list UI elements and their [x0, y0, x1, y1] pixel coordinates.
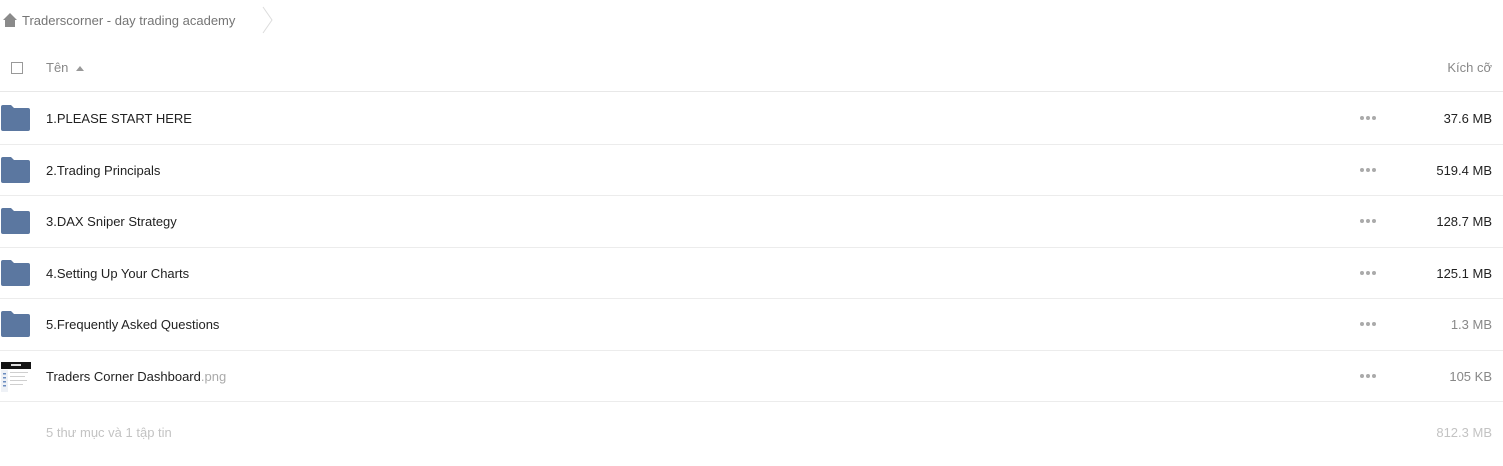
folder-icon [1, 208, 30, 234]
home-icon[interactable] [2, 12, 18, 28]
list-item[interactable]: 2.Trading Principals 519.4 MB [0, 145, 1503, 196]
folder-icon [1, 259, 30, 286]
more-actions-icon[interactable] [1360, 110, 1376, 126]
item-size: 37.6 MB [1443, 111, 1492, 126]
list-item[interactable]: 1.PLEASE START HERE 37.6 MB [0, 93, 1503, 145]
breadcrumb: Traderscorner - day trading academy [0, 0, 290, 40]
list-item[interactable]: 4.Setting Up Your Charts 125.1 MB [0, 248, 1503, 299]
item-count-summary: 5 thư mục và 1 tập tin [46, 425, 172, 440]
item-name[interactable]: 1.PLEASE START HERE [46, 111, 192, 126]
sort-ascending-icon[interactable] [76, 65, 84, 71]
item-size: 105 KB [1449, 368, 1492, 384]
file-extension: .png [200, 368, 227, 384]
list-footer: 5 thư mục và 1 tập tin 812.3 MB [0, 415, 1503, 449]
list-item[interactable]: 3.DAX Sniper Strategy 128.7 MB [0, 196, 1503, 248]
list-item[interactable]: Traders Corner Dashboard.png 105 KB [0, 351, 1503, 402]
item-size: 519.4 MB [1436, 162, 1492, 178]
item-name[interactable]: Traders Corner Dashboard.png [46, 369, 226, 384]
list-header: Tên Kích cỡ [0, 44, 1503, 92]
image-thumbnail [1, 361, 31, 392]
breadcrumb-item-current[interactable]: Traderscorner - day trading academy [22, 13, 235, 28]
more-actions-icon[interactable] [1360, 265, 1376, 281]
item-size: 128.7 MB [1436, 214, 1492, 229]
file-list: 1.PLEASE START HERE 37.6 MB 2.Trading Pr… [0, 93, 1503, 402]
list-item[interactable]: 5.Frequently Asked Questions 1.3 MB [0, 299, 1503, 351]
select-all-checkbox[interactable] [11, 62, 23, 74]
column-header-size[interactable]: Kích cỡ [1447, 60, 1492, 75]
breadcrumb-separator-icon [262, 6, 273, 34]
item-name[interactable]: 4.Setting Up Your Charts [46, 266, 189, 281]
folder-icon [1, 156, 30, 183]
column-header-name[interactable]: Tên [46, 60, 68, 75]
item-name[interactable]: 3.DAX Sniper Strategy [46, 214, 177, 229]
more-actions-icon[interactable] [1360, 213, 1376, 229]
item-name[interactable]: 2.Trading Principals [46, 163, 160, 178]
more-actions-icon[interactable] [1360, 368, 1376, 384]
item-size: 1.3 MB [1450, 317, 1492, 332]
item-name[interactable]: 5.Frequently Asked Questions [46, 317, 219, 332]
more-actions-icon[interactable] [1360, 162, 1376, 178]
folder-icon [1, 311, 30, 337]
item-size: 125.1 MB [1436, 265, 1492, 281]
total-size: 812.3 MB [1436, 425, 1492, 440]
folder-icon [1, 105, 30, 131]
more-actions-icon[interactable] [1360, 316, 1376, 332]
